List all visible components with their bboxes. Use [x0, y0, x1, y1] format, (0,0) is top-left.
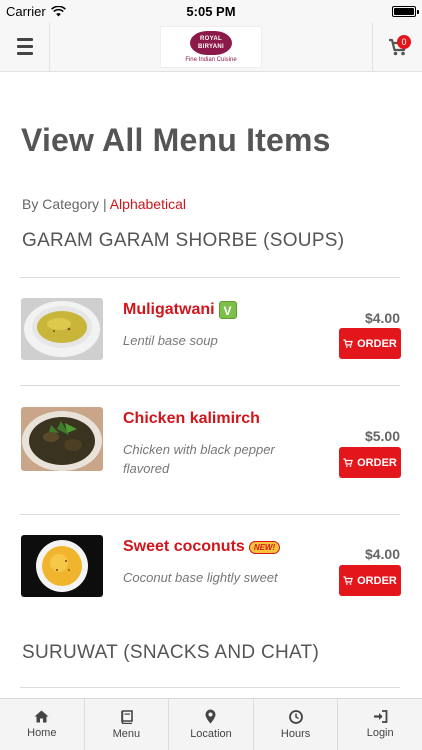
item-description: Coconut base lightly sweet [123, 570, 278, 585]
item-price: $4.00 [364, 546, 400, 562]
item-image-chicken-kalimirch[interactable] [21, 407, 103, 471]
order-button[interactable]: ORDER [339, 447, 401, 478]
tab-label: Home [27, 727, 57, 739]
order-button[interactable]: ORDER [339, 328, 401, 359]
sort-separator: | [102, 196, 107, 212]
menu-button[interactable] [0, 22, 50, 71]
section-title-snacks: SURUWAT (SNACKS AND CHAT) [22, 642, 320, 663]
sort-alphabetical-link[interactable]: Alphabetical [110, 196, 186, 212]
main-content: View All Menu Items By Category | Alphab… [0, 72, 422, 698]
restaurant-logo[interactable]: ROYAL BIRYANI Fine Indian Cuisine [160, 26, 262, 68]
item-price: $5.00 [364, 428, 400, 444]
sort-options: By Category | Alphabetical [22, 196, 186, 212]
logo-tagline: Fine Indian Cuisine [185, 57, 237, 63]
new-badge-icon: NEW! [248, 540, 281, 554]
menu-item: Muligatwani V Lentil base soup $4.00 ORD… [0, 298, 422, 388]
item-name[interactable]: Muligatwani V [123, 301, 237, 319]
logo-line2: BIRYANI [198, 44, 224, 50]
tab-label: Menu [112, 727, 141, 740]
section-title-soups: GARAM GARAM SHORBE (SOUPS) [22, 230, 345, 251]
order-button-label: ORDER [357, 456, 397, 469]
tab-label: Hours [280, 727, 311, 740]
tab-label: Login [366, 727, 394, 739]
home-icon [34, 710, 49, 723]
tab-menu[interactable]: Menu [85, 699, 170, 750]
menu-item: Chicken kalimirch Chicken with black pep… [0, 407, 422, 497]
logo-line1: ROYAL [200, 36, 222, 42]
tab-home[interactable]: Home [0, 699, 85, 750]
cart-icon [343, 458, 353, 467]
item-description: Chicken with black pepper flavored [123, 442, 275, 476]
tab-location[interactable]: Location [169, 699, 254, 750]
order-button-label: ORDER [357, 337, 397, 350]
menu-item: Sweet coconuts NEW! Coconut base lightly… [0, 535, 422, 625]
page-title: View All Menu Items [21, 122, 331, 158]
item-name-text: Sweet coconuts [123, 538, 245, 555]
item-image-muligatwani[interactable] [21, 298, 103, 360]
map-marker-icon [205, 709, 216, 724]
status-bar: Carrier 5:05 PM [0, 0, 422, 22]
order-button-label: ORDER [357, 574, 397, 587]
divider [20, 277, 400, 278]
status-left: Carrier [6, 4, 66, 19]
cart-button[interactable]: 0 [372, 22, 422, 71]
item-name[interactable]: Chicken kalimirch [123, 410, 260, 428]
hamburger-icon [16, 36, 33, 57]
carrier-label: Carrier [6, 3, 46, 19]
order-button[interactable]: ORDER [339, 565, 401, 596]
item-name[interactable]: Sweet coconuts NEW! [123, 538, 281, 556]
item-price: $4.00 [364, 310, 400, 326]
book-icon [121, 709, 134, 724]
item-image-sweet-coconuts[interactable] [21, 535, 103, 597]
divider [20, 687, 400, 688]
veg-badge-icon: V [218, 301, 237, 319]
bottom-tab-bar: Home Menu Location Hours Login [0, 698, 422, 750]
cart-count-badge: 0 [397, 35, 411, 49]
divider [20, 514, 400, 515]
tab-label: Location [190, 728, 232, 740]
tab-hours[interactable]: Hours [254, 699, 339, 750]
app-header: ROYAL BIRYANI Fine Indian Cuisine 0 [0, 22, 422, 72]
item-name-text: Muligatwani [123, 301, 215, 318]
battery-icon [392, 5, 419, 17]
logo-badge: ROYAL BIRYANI [190, 31, 232, 55]
item-description: Lentil base soup [123, 333, 218, 348]
wifi-icon [50, 5, 66, 16]
cart-icon [343, 339, 353, 348]
tab-login[interactable]: Login [338, 699, 422, 750]
sort-by-category-link[interactable]: By Category [22, 196, 99, 212]
clock-icon [288, 709, 303, 724]
divider [20, 385, 400, 386]
item-name-text: Chicken kalimirch [123, 410, 260, 427]
cart-icon [343, 576, 353, 585]
sign-in-icon [373, 710, 388, 723]
